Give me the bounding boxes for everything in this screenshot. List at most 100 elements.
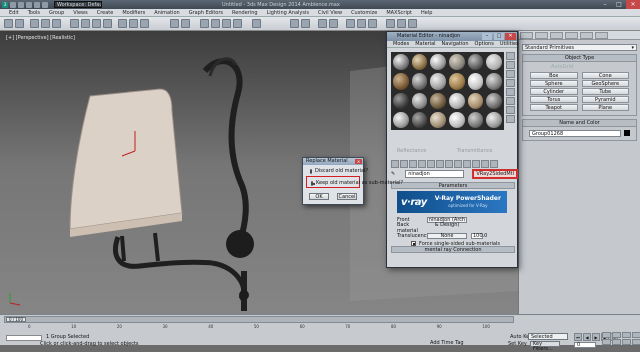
- me-close-button[interactable]: ✕: [505, 33, 516, 40]
- sample-slot[interactable]: [411, 111, 428, 128]
- options-icon[interactable]: [506, 106, 515, 114]
- pick-material-icon[interactable]: ✎: [391, 171, 395, 177]
- menu-maxscript[interactable]: MAXScript: [386, 10, 412, 16]
- menu-edit[interactable]: Edit: [9, 10, 19, 16]
- select-by-name-icon[interactable]: [81, 19, 90, 28]
- new-file-icon[interactable]: [10, 1, 16, 8]
- background-icon[interactable]: [506, 70, 515, 78]
- set-key-button[interactable]: Set Key: [508, 341, 527, 347]
- menu-help[interactable]: Help: [421, 10, 432, 16]
- menu-customize[interactable]: Customize: [351, 10, 377, 16]
- sample-type-icon[interactable]: [506, 52, 515, 60]
- sample-slot[interactable]: [430, 92, 446, 109]
- percent-snap-icon[interactable]: [222, 19, 231, 28]
- display-tab[interactable]: [580, 32, 593, 39]
- menu-views[interactable]: Views: [73, 10, 87, 16]
- teapot-button[interactable]: Teapot: [530, 104, 578, 111]
- me-menu-utilities[interactable]: Utilities: [500, 41, 519, 47]
- ribbon-icon[interactable]: [329, 19, 338, 28]
- me-maximize-button[interactable]: □: [494, 33, 504, 40]
- get-material-icon[interactable]: [391, 160, 399, 168]
- render-setup-icon[interactable]: [386, 19, 395, 28]
- maximize-button[interactable]: □: [612, 0, 626, 9]
- sample-slot[interactable]: [448, 54, 465, 71]
- select-icon[interactable]: [70, 19, 79, 28]
- material-name-input[interactable]: ninadjon: [405, 170, 465, 178]
- save-file-icon[interactable]: [26, 1, 32, 8]
- utilities-tab[interactable]: [595, 32, 608, 39]
- sample-slot[interactable]: [486, 92, 502, 109]
- render-icon[interactable]: [408, 19, 417, 28]
- zoom-icon[interactable]: [602, 332, 611, 338]
- layers-icon[interactable]: [318, 19, 327, 28]
- sample-slot[interactable]: [393, 111, 409, 128]
- play-icon[interactable]: ▶: [592, 333, 600, 341]
- plane-button[interactable]: Plane: [581, 104, 629, 111]
- rendered-frame-icon[interactable]: [397, 19, 406, 28]
- align-icon[interactable]: [301, 19, 310, 28]
- me-menu-material[interactable]: Material: [415, 41, 435, 47]
- go-forward-icon[interactable]: [490, 160, 498, 168]
- object-name-input[interactable]: Group01268: [529, 130, 621, 137]
- key-filters-button[interactable]: Key Filters...: [530, 341, 560, 352]
- modify-tab[interactable]: [535, 32, 548, 39]
- maximize-viewport-icon[interactable]: [632, 339, 640, 345]
- mirror-icon[interactable]: [290, 19, 299, 28]
- sample-slot[interactable]: [393, 73, 409, 90]
- sample-slot[interactable]: [467, 92, 484, 109]
- me-menu-modes[interactable]: Modes: [393, 41, 409, 47]
- sample-slot[interactable]: [393, 54, 409, 71]
- box-button[interactable]: Box: [530, 72, 578, 79]
- spinner-snap-icon[interactable]: [233, 19, 242, 28]
- time-slider[interactable]: 0 / 100: [4, 316, 514, 323]
- previous-frame-icon[interactable]: ◀: [583, 333, 591, 341]
- cancel-button[interactable]: Cancel: [337, 193, 357, 200]
- hierarchy-tab[interactable]: [550, 32, 563, 39]
- zoom-extents-icon[interactable]: [622, 332, 631, 338]
- fov-icon[interactable]: [602, 339, 611, 345]
- menu-modifiers[interactable]: Modifiers: [122, 10, 145, 16]
- menu-graph-editors[interactable]: Graph Editors: [189, 10, 223, 16]
- window-crossing-icon[interactable]: [103, 19, 112, 28]
- show-end-result-icon[interactable]: [472, 160, 480, 168]
- mental-ray-connection-header[interactable]: mental ray Connection: [391, 246, 515, 253]
- undo-icon[interactable]: [34, 1, 40, 8]
- link-icon[interactable]: [30, 19, 39, 28]
- sample-slot[interactable]: [467, 111, 484, 128]
- menu-animation[interactable]: Animation: [154, 10, 180, 16]
- sample-slot[interactable]: [430, 111, 446, 128]
- redo-tool-icon[interactable]: [15, 19, 24, 28]
- make-preview-icon[interactable]: [506, 97, 515, 105]
- sample-slot[interactable]: [448, 111, 465, 128]
- material-type-button[interactable]: VRay2SidedMtl: [473, 170, 517, 178]
- app-logo-icon[interactable]: 3: [2, 1, 8, 8]
- scale-icon[interactable]: [140, 19, 149, 28]
- cylinder-button[interactable]: Cylinder: [530, 88, 578, 95]
- translucency-map-button[interactable]: None: [427, 232, 467, 239]
- unlink-icon[interactable]: [41, 19, 50, 28]
- named-sets-icon[interactable]: [252, 19, 261, 28]
- torus-button[interactable]: Torus: [530, 96, 578, 103]
- track-bar[interactable]: 0 10 20 30 40 50 60 70 80 90 100: [4, 324, 514, 332]
- minimize-button[interactable]: –: [598, 0, 612, 9]
- sample-slot[interactable]: [411, 92, 428, 109]
- orbit-icon[interactable]: [622, 339, 631, 345]
- zoom-all-icon[interactable]: [612, 332, 621, 338]
- snap-icon[interactable]: [200, 19, 209, 28]
- object-color-swatch[interactable]: [624, 130, 630, 136]
- discard-option[interactable]: Discard old material?: [310, 168, 368, 174]
- open-file-icon[interactable]: [18, 1, 24, 8]
- copy-material-icon[interactable]: [427, 160, 435, 168]
- manipulate-icon[interactable]: [181, 19, 190, 28]
- reset-map-icon[interactable]: [418, 160, 426, 168]
- schematic-icon[interactable]: [357, 19, 366, 28]
- uv-tiling-icon[interactable]: [506, 79, 515, 87]
- pyramid-button[interactable]: Pyramid: [581, 96, 629, 103]
- menu-rendering[interactable]: Rendering: [232, 10, 258, 16]
- menu-lighting-analysis[interactable]: Lighting Analysis: [267, 10, 309, 16]
- geosphere-button[interactable]: GeoSphere: [581, 80, 629, 87]
- go-to-start-icon[interactable]: ⏮: [574, 333, 582, 341]
- close-button[interactable]: ✕: [626, 0, 640, 9]
- motion-tab[interactable]: [565, 32, 578, 39]
- key-selection-dropdown[interactable]: Selected: [528, 333, 568, 340]
